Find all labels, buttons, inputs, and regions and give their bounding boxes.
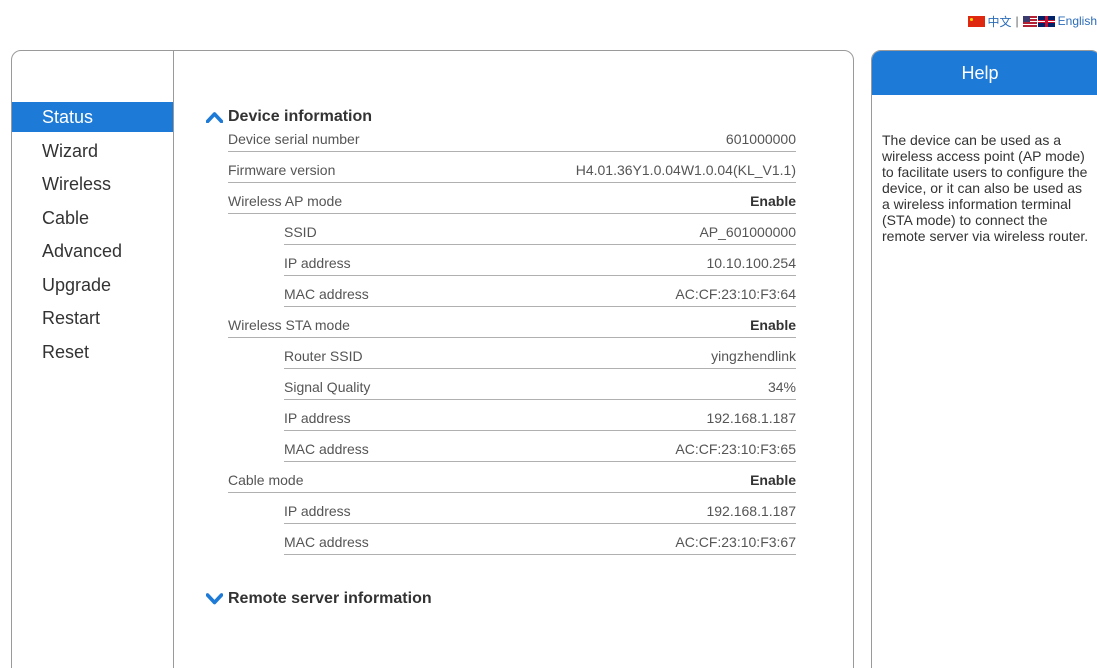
nav-item-wireless[interactable]: Wireless xyxy=(12,169,173,203)
us-flag-icon[interactable] xyxy=(1022,15,1037,27)
info-row-ap-ip-address: IP address 10.10.100.254 xyxy=(284,245,796,276)
info-value: Enable xyxy=(750,472,796,488)
info-label: IP address xyxy=(284,503,351,519)
info-row-cable-ip-address: IP address 192.168.1.187 xyxy=(284,493,796,524)
main-panel: Status Wizard Wireless Cable Advanced Up… xyxy=(11,50,854,668)
chinese-language-link[interactable]: 中文 xyxy=(988,13,1012,30)
info-label: MAC address xyxy=(284,534,369,550)
info-row-serial-number: Device serial number 601000000 xyxy=(228,128,796,152)
info-value: AC:CF:23:10:F3:67 xyxy=(675,534,796,550)
info-value: yingzhendlink xyxy=(711,348,796,364)
help-panel: Help The device can be used as a wireles… xyxy=(871,50,1097,668)
info-value: Enable xyxy=(750,193,796,209)
info-label: Wireless AP mode xyxy=(228,193,343,209)
uk-flag-icon[interactable] xyxy=(1037,15,1055,27)
info-row-sta-ip-address: IP address 192.168.1.187 xyxy=(284,400,796,431)
info-value: AP_601000000 xyxy=(699,224,796,240)
nav-item-cable[interactable]: Cable xyxy=(12,203,173,237)
info-value: 192.168.1.187 xyxy=(706,410,796,426)
info-label: IP address xyxy=(284,255,351,271)
info-label: Router SSID xyxy=(284,348,363,364)
info-value: AC:CF:23:10:F3:64 xyxy=(675,286,796,302)
nav-item-upgrade[interactable]: Upgrade xyxy=(12,270,173,304)
info-value: H4.01.36Y1.0.04W1.0.04(KL_V1.1) xyxy=(575,162,796,178)
status-content: Device information Device serial number … xyxy=(203,107,803,607)
info-row-cable-mac-address: MAC address AC:CF:23:10:F3:67 xyxy=(284,524,796,555)
info-value: 10.10.100.254 xyxy=(706,255,796,271)
device-info-title: Device information xyxy=(228,108,373,125)
info-row-signal-quality: Signal Quality 34% xyxy=(284,369,796,400)
nav-item-status[interactable]: Status xyxy=(12,102,173,132)
info-row-ap-ssid: SSID AP_601000000 xyxy=(284,214,796,245)
device-info-header[interactable]: Device information xyxy=(203,107,803,127)
info-label: SSID xyxy=(284,224,317,240)
info-label: Device serial number xyxy=(228,131,360,147)
nav-list: Status Wizard Wireless Cable Advanced Up… xyxy=(12,102,173,370)
chevron-up-icon xyxy=(206,112,223,123)
chevron-down-icon xyxy=(206,593,223,605)
help-title: Help xyxy=(872,51,1097,95)
nav-item-restart[interactable]: Restart xyxy=(12,303,173,337)
remote-server-title: Remote server information xyxy=(228,590,432,607)
device-info-table: Device serial number 601000000 Firmware … xyxy=(228,128,796,555)
info-row-wireless-ap-mode: Wireless AP mode Enable xyxy=(228,183,796,214)
nav-item-wizard[interactable]: Wizard xyxy=(12,136,173,170)
sidebar-nav: Status Wizard Wireless Cable Advanced Up… xyxy=(12,51,174,668)
remote-server-header[interactable]: Remote server information xyxy=(203,589,432,609)
nav-item-reset[interactable]: Reset xyxy=(12,337,173,371)
info-label: IP address xyxy=(284,410,351,426)
info-label: MAC address xyxy=(284,286,369,302)
info-label: Cable mode xyxy=(228,472,304,488)
info-row-cable-mode: Cable mode Enable xyxy=(228,462,796,493)
info-label: MAC address xyxy=(284,441,369,457)
info-label: Wireless STA mode xyxy=(228,317,350,333)
help-text: The device can be used as a wireless acc… xyxy=(882,132,1089,244)
language-switcher: 中文 | English xyxy=(967,13,1097,30)
info-label: Signal Quality xyxy=(284,379,371,395)
info-value: AC:CF:23:10:F3:65 xyxy=(675,441,796,457)
info-row-sta-mac-address: MAC address AC:CF:23:10:F3:65 xyxy=(284,431,796,462)
info-value: Enable xyxy=(750,317,796,333)
china-flag-icon[interactable] xyxy=(967,15,985,27)
info-value: 192.168.1.187 xyxy=(706,503,796,519)
nav-item-advanced[interactable]: Advanced xyxy=(12,236,173,270)
info-value: 601000000 xyxy=(725,131,796,147)
info-value: 34% xyxy=(767,379,796,395)
english-language-link[interactable]: English xyxy=(1058,14,1097,28)
language-separator: | xyxy=(1015,14,1019,28)
info-row-ap-mac-address: MAC address AC:CF:23:10:F3:64 xyxy=(284,276,796,307)
info-row-router-ssid: Router SSID yingzhendlink xyxy=(284,338,796,369)
info-row-firmware-version: Firmware version H4.01.36Y1.0.04W1.0.04(… xyxy=(228,152,796,183)
info-row-wireless-sta-mode: Wireless STA mode Enable xyxy=(228,307,796,338)
info-label: Firmware version xyxy=(228,162,336,178)
